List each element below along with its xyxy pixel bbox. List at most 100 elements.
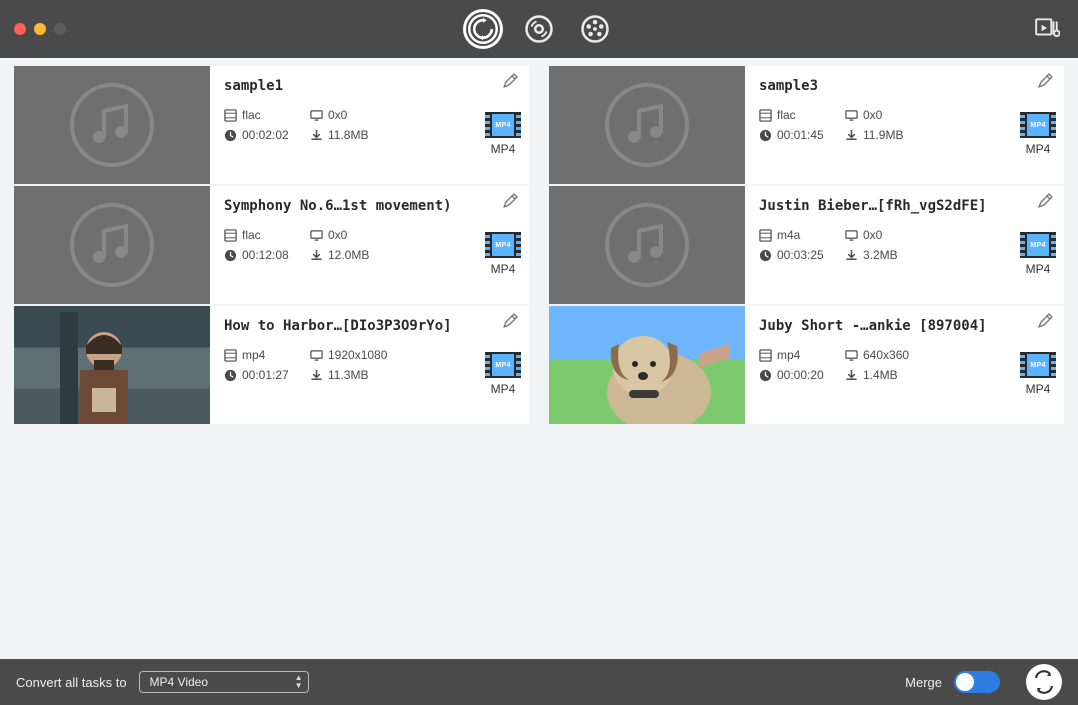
download-icon (845, 129, 858, 142)
thumbnail (14, 66, 210, 184)
film-icon (224, 349, 237, 362)
film-icon (759, 229, 772, 242)
duration: 00:12:08 (224, 248, 310, 262)
task-card[interactable]: Justin Bieber…[fRh_vgS2dFE] m4a 0x0 00:0… (549, 186, 1064, 304)
task-card[interactable]: Juby Short -…ankie [897004] mp4 640x360 … (549, 306, 1064, 424)
file-size: 11.8MB (310, 128, 410, 142)
output-format-button[interactable]: MP4 MP4 (485, 352, 521, 396)
file-size: 1.4MB (845, 368, 945, 382)
codec: mp4 (224, 348, 310, 362)
film-icon (759, 109, 772, 122)
edit-button[interactable] (1036, 192, 1056, 212)
codec: flac (224, 228, 310, 242)
pencil-icon (501, 72, 519, 90)
output-format-button[interactable]: MP4 MP4 (1020, 112, 1056, 156)
edit-button[interactable] (501, 192, 521, 212)
file-title: Juby Short -…ankie [897004] (759, 318, 999, 334)
close-window-button[interactable] (14, 23, 26, 35)
tab-toolbox[interactable] (575, 9, 615, 49)
duration: 00:01:27 (224, 368, 310, 382)
resolution: 0x0 (845, 108, 945, 122)
edit-button[interactable] (501, 312, 521, 332)
clock-icon (759, 129, 772, 142)
edit-button[interactable] (1036, 72, 1056, 92)
format-icon: MP4 (1020, 112, 1056, 138)
file-title: How to Harbor…[DIo3P3O9rYo] (224, 318, 464, 334)
thumbnail (549, 306, 745, 424)
task-card[interactable]: sample3 flac 0x0 00:01:45 11.9MB (549, 66, 1064, 184)
format-icon: MP4 (485, 352, 521, 378)
convert-button[interactable] (1026, 664, 1062, 700)
resolution: 0x0 (845, 228, 945, 242)
pencil-icon (501, 312, 519, 330)
output-format-value: MP4 Video (150, 675, 208, 689)
format-icon: MP4 (1020, 352, 1056, 378)
resolution: 640x360 (845, 348, 945, 362)
tab-disc[interactable] (519, 9, 559, 49)
maximize-window-button[interactable] (54, 23, 66, 35)
edit-button[interactable] (1036, 312, 1056, 332)
output-format-label: MP4 (491, 142, 516, 156)
format-icon: MP4 (1020, 232, 1056, 258)
file-title: sample3 (759, 78, 999, 94)
duration: 00:01:45 (759, 128, 845, 142)
task-card[interactable]: sample1 flac 0x0 00:02:02 11.8MB (14, 66, 529, 184)
codec: mp4 (759, 348, 845, 362)
file-size: 11.9MB (845, 128, 945, 142)
clock-icon (759, 369, 772, 382)
convert-all-label: Convert all tasks to (16, 675, 127, 690)
file-title: Symphony No.6…1st movement) (224, 198, 464, 214)
pencil-icon (1036, 312, 1054, 330)
task-card[interactable]: Symphony No.6…1st movement) flac 0x0 00:… (14, 186, 529, 304)
film-icon (759, 349, 772, 362)
clock-icon (759, 249, 772, 262)
output-format-select[interactable]: MP4 Video ▲▼ (139, 671, 309, 693)
convert-icon (1032, 670, 1056, 694)
thumbnail (549, 66, 745, 184)
monitor-icon (845, 349, 858, 362)
download-icon (310, 249, 323, 262)
resolution: 0x0 (310, 108, 410, 122)
monitor-icon (845, 109, 858, 122)
film-icon (224, 109, 237, 122)
monitor-icon (310, 349, 323, 362)
file-size: 11.3MB (310, 368, 410, 382)
duration: 00:00:20 (759, 368, 845, 382)
monitor-icon (845, 229, 858, 242)
download-icon (310, 129, 323, 142)
download-icon (845, 369, 858, 382)
monitor-icon (310, 109, 323, 122)
resolution: 0x0 (310, 228, 410, 242)
merge-toggle[interactable] (954, 671, 1000, 693)
pencil-icon (501, 192, 519, 210)
file-size: 12.0MB (310, 248, 410, 262)
bottom-bar: Convert all tasks to MP4 Video ▲▼ Merge (0, 659, 1078, 705)
pencil-icon (1036, 192, 1054, 210)
titlebar (0, 0, 1078, 58)
file-title: sample1 (224, 78, 464, 94)
media-library-button[interactable] (1034, 15, 1060, 44)
duration: 00:03:25 (759, 248, 845, 262)
task-card[interactable]: How to Harbor…[DIo3P3O9rYo] mp4 1920x108… (14, 306, 529, 424)
output-format-label: MP4 (491, 262, 516, 276)
output-format-button[interactable]: MP4 MP4 (1020, 232, 1056, 276)
pencil-icon (1036, 72, 1054, 90)
minimize-window-button[interactable] (34, 23, 46, 35)
clock-icon (224, 249, 237, 262)
output-format-label: MP4 (1026, 382, 1051, 396)
monitor-icon (310, 229, 323, 242)
chevron-up-down-icon: ▲▼ (295, 674, 303, 690)
file-size: 3.2MB (845, 248, 945, 262)
output-format-label: MP4 (1026, 142, 1051, 156)
tab-convert[interactable] (463, 9, 503, 49)
thumbnail (549, 186, 745, 304)
edit-button[interactable] (501, 72, 521, 92)
codec: m4a (759, 228, 845, 242)
codec: flac (224, 108, 310, 122)
thumbnail (14, 306, 210, 424)
output-format-label: MP4 (491, 382, 516, 396)
output-format-button[interactable]: MP4 MP4 (1020, 352, 1056, 396)
output-format-button[interactable]: MP4 MP4 (485, 232, 521, 276)
output-format-button[interactable]: MP4 MP4 (485, 112, 521, 156)
clock-icon (224, 369, 237, 382)
